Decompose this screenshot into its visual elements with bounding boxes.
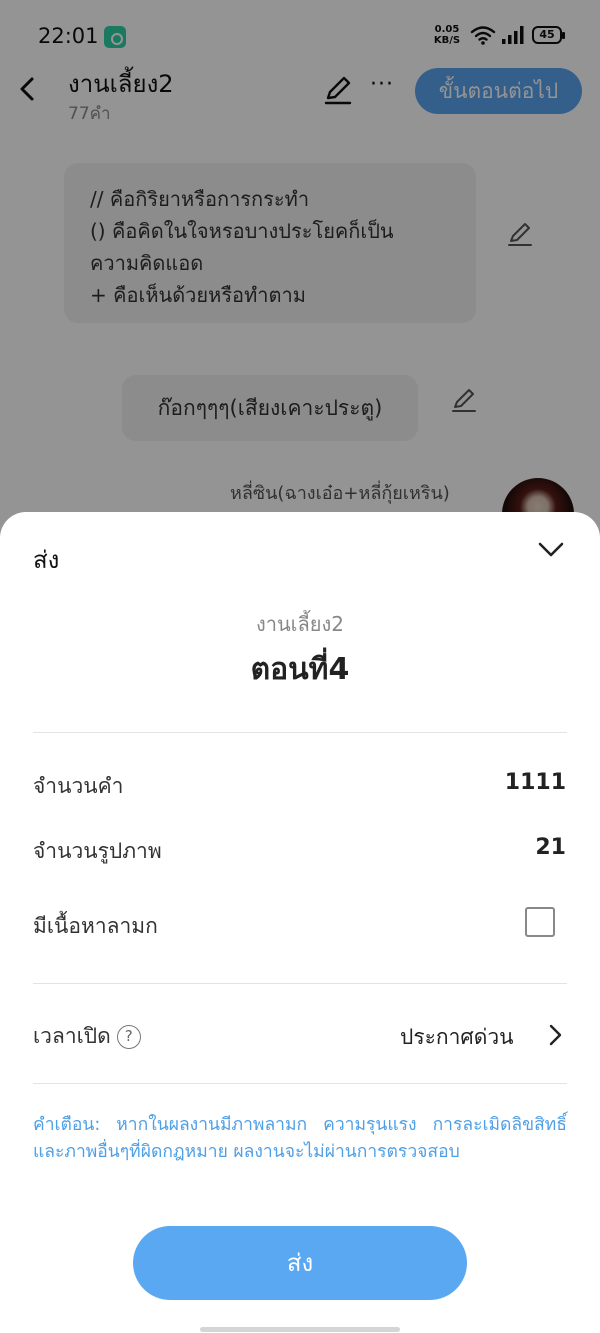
home-indicator[interactable] xyxy=(200,1327,400,1332)
explicit-content-label: มีเนื้อหาลามก xyxy=(33,914,158,938)
episode-title: ตอนที่4 xyxy=(250,652,350,687)
chevron-right-icon[interactable] xyxy=(546,1022,564,1048)
send-button[interactable]: ส่ง xyxy=(133,1226,467,1300)
divider xyxy=(33,983,567,984)
image-count-label: จำนวนรูปภาพ xyxy=(33,839,162,863)
publish-time-label: เวลาเปิด? xyxy=(33,1020,141,1053)
word-count-value: 1111 xyxy=(504,770,566,795)
content-warning: คำเตือน: หากในผลงานมีภาพลามก ความรุนแรง … xyxy=(33,1115,567,1162)
divider xyxy=(33,732,567,733)
image-count-value: 21 xyxy=(535,835,566,860)
submit-sheet: ส่ง งานเลี้ยง2 ตอนที่4 จำนวนคำ 1111 จำนว… xyxy=(0,512,600,1333)
sheet-title: ส่ง xyxy=(33,546,60,574)
chevron-down-icon[interactable] xyxy=(537,540,565,560)
work-name: งานเลี้ยง2 xyxy=(256,612,344,636)
explicit-content-checkbox[interactable] xyxy=(525,907,555,937)
help-icon[interactable]: ? xyxy=(116,1025,141,1049)
word-count-label: จำนวนคำ xyxy=(33,774,124,798)
divider xyxy=(33,1083,567,1084)
publish-time-value[interactable]: ประกาศด่วน xyxy=(400,1021,514,1054)
